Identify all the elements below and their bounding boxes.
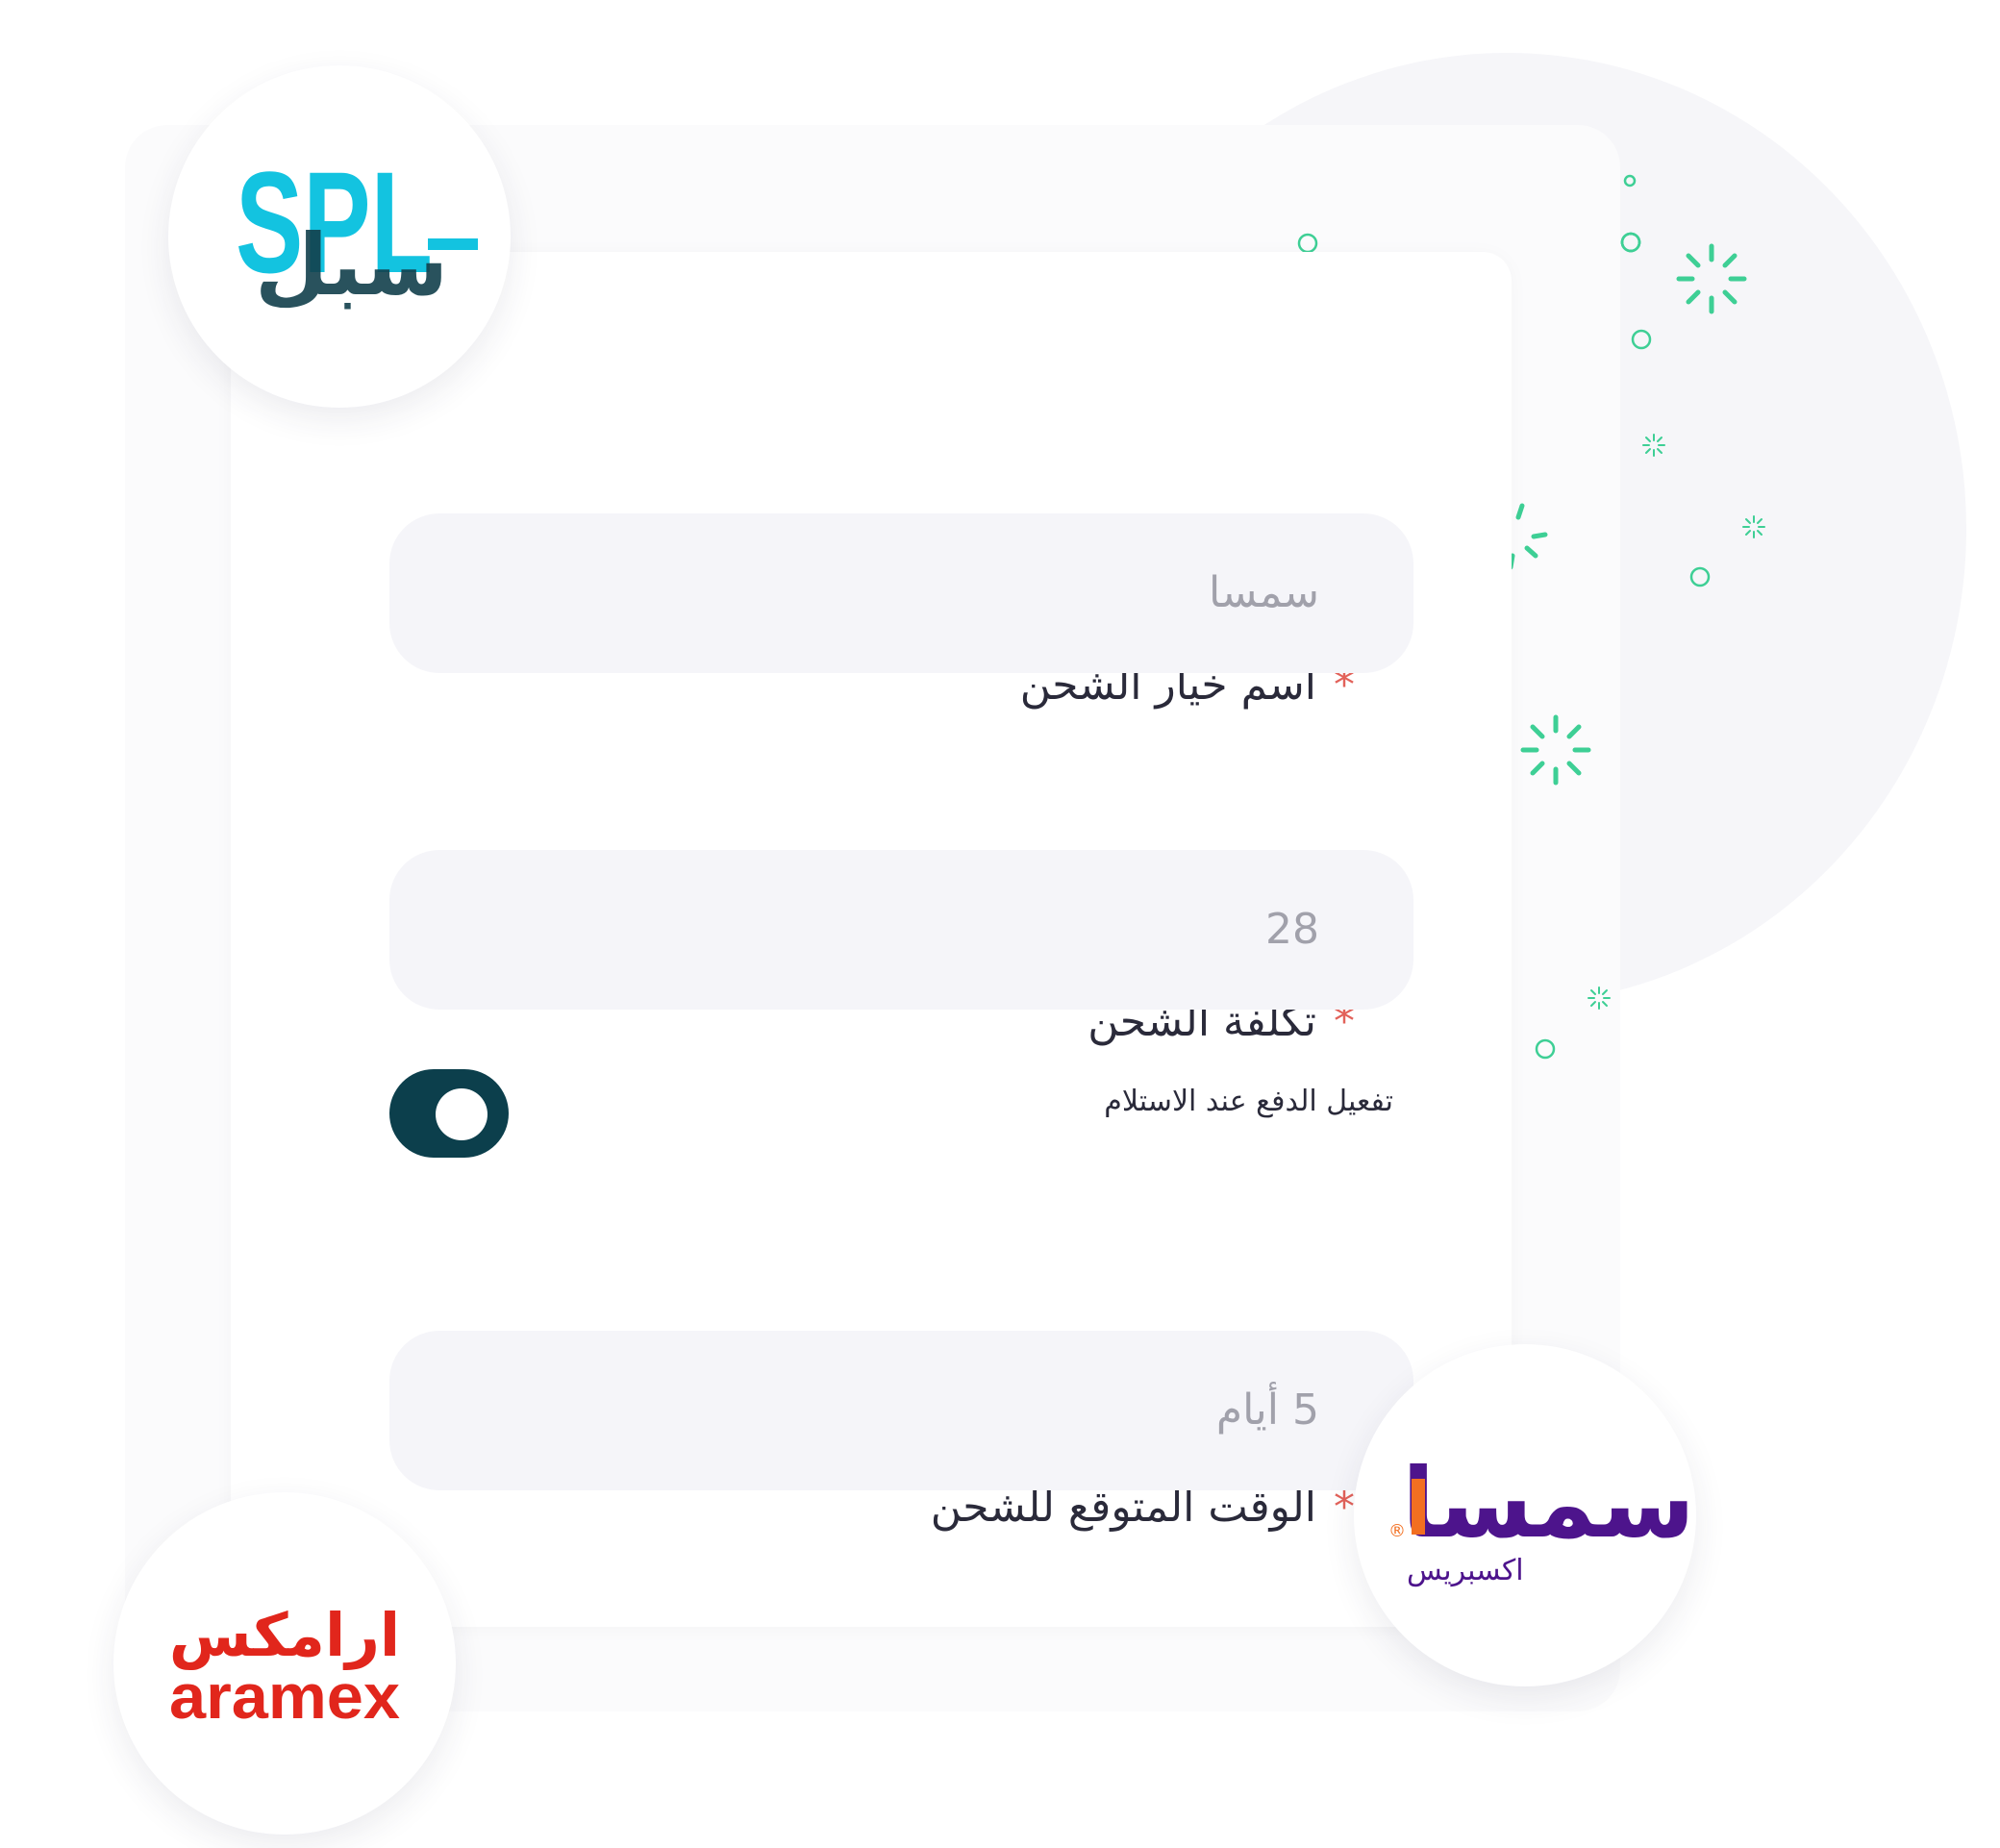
delivery-time-value: 5 أيام [1215, 1386, 1319, 1435]
smsa-logo-sub: اكسبريس [1407, 1554, 1524, 1587]
smsa-logo-icon: سمسا ® اكسبريس [1388, 1447, 1695, 1587]
spl-logo-arabic: سبل [255, 215, 448, 314]
smsa-logo-badge: سمسا ® اكسبريس [1354, 1344, 1696, 1686]
shipping-option-form: *اسم خيار الشحن سمسا *تكلفة الشحن 28 تفع… [231, 252, 1512, 1627]
shipping-cost-value: 28 [1265, 905, 1319, 954]
shipping-name-value: سمسا [1209, 568, 1319, 617]
aramex-logo-icon: ارامكس aramex [169, 1600, 400, 1732]
cod-toggle-switch[interactable] [389, 1069, 509, 1158]
cod-toggle-label: تفعيل الدفع عند الاستلام [1104, 1085, 1393, 1118]
aramex-logo-badge: ارامكس aramex [113, 1492, 456, 1835]
spl-logo-icon: SPL سبل [236, 141, 478, 314]
shipping-cost-input[interactable]: 28 [389, 850, 1413, 1010]
shipping-name-input[interactable]: سمسا [389, 513, 1413, 673]
toggle-knob [436, 1088, 488, 1140]
smsa-registered-mark: ® [1388, 1521, 1406, 1541]
smsa-logo-arabic: سمسا [1402, 1447, 1695, 1560]
aramex-logo-latin: aramex [169, 1661, 400, 1732]
delivery-time-input[interactable]: 5 أيام [389, 1331, 1413, 1490]
spl-logo-badge: SPL سبل [168, 65, 511, 408]
